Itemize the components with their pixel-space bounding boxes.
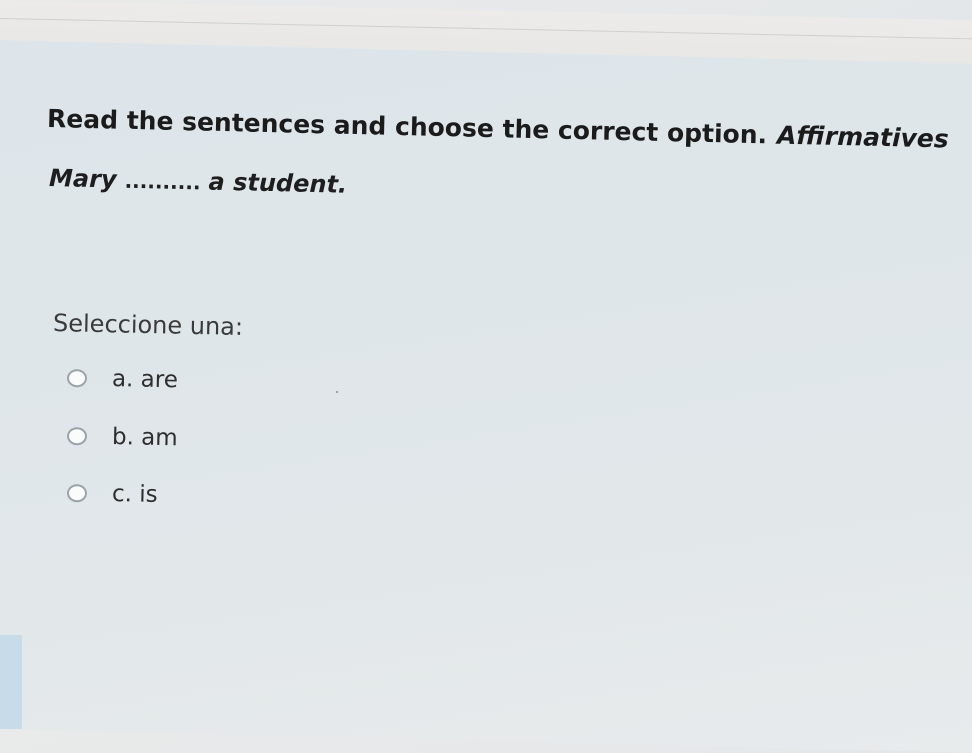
option-label-c[interactable]: c. is	[112, 481, 158, 508]
sentence-end: a student.	[208, 167, 348, 199]
screen-glare	[0, 635, 22, 729]
radio-button-c[interactable]	[66, 484, 88, 503]
sentence-blank: ..........	[124, 168, 201, 195]
sentence-start: Mary	[48, 164, 117, 194]
radio-button-b[interactable]	[66, 427, 88, 446]
answer-prompt: Seleccione una:	[52, 309, 244, 341]
option-label-a[interactable]: a. are	[112, 366, 178, 393]
screen-speck	[336, 391, 338, 393]
divider	[0, 18, 972, 40]
option-a[interactable]: a. are	[66, 362, 179, 396]
question-category: Affirmatives	[776, 120, 950, 154]
radio-button-a[interactable]	[66, 369, 88, 388]
option-b[interactable]: b. am	[66, 420, 178, 454]
option-label-b[interactable]: b. am	[112, 424, 178, 451]
question-sentence: Mary.......... a student.	[49, 164, 348, 207]
option-c[interactable]: c. is	[66, 477, 158, 511]
